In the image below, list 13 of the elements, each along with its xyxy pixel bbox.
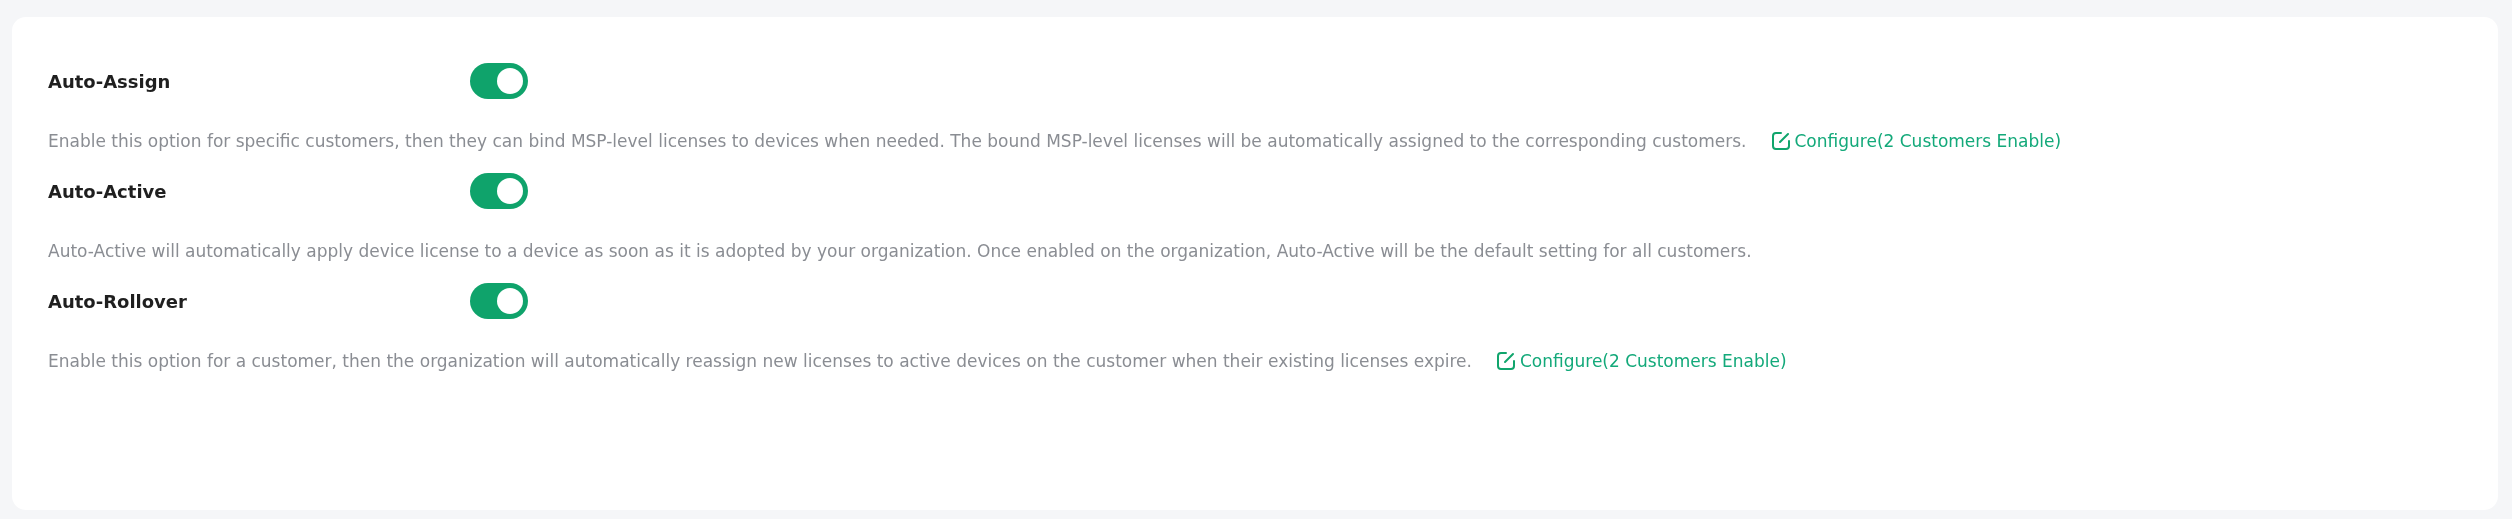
toggle-switch[interactable] (470, 173, 528, 209)
toggle-switch[interactable] (470, 283, 528, 319)
setting-description: Enable this option for specific customers, then they can bind MSP-level licenses to devices when needed. The bound MSP-level licenses will be automatically assigned to the corresponding customers. (48, 131, 1747, 151)
setting-title: Auto-Assign (48, 70, 172, 92)
configure-link[interactable]: Configure(2 Customers Enable) (1495, 351, 1787, 371)
setting-title: Auto-Active (48, 180, 168, 202)
setting-description: Auto-Active will automatically apply device license to a device as soon as it is adopted by your organization. Once enabled on the organization, Auto-Active will be the default setting for all customers. (48, 241, 1752, 261)
edit-icon (1770, 131, 1791, 151)
setting-description: Enable this option for a customer, then the organization will automatically reassign new licenses to active devices on the customer when their existing licenses expire. (48, 351, 1472, 371)
setting-title: Auto-Rollover (48, 290, 188, 312)
edit-icon (1495, 351, 1516, 371)
configure-link[interactable]: Configure(2 Customers Enable) (1770, 131, 2062, 151)
toggle-switch[interactable] (470, 63, 528, 99)
